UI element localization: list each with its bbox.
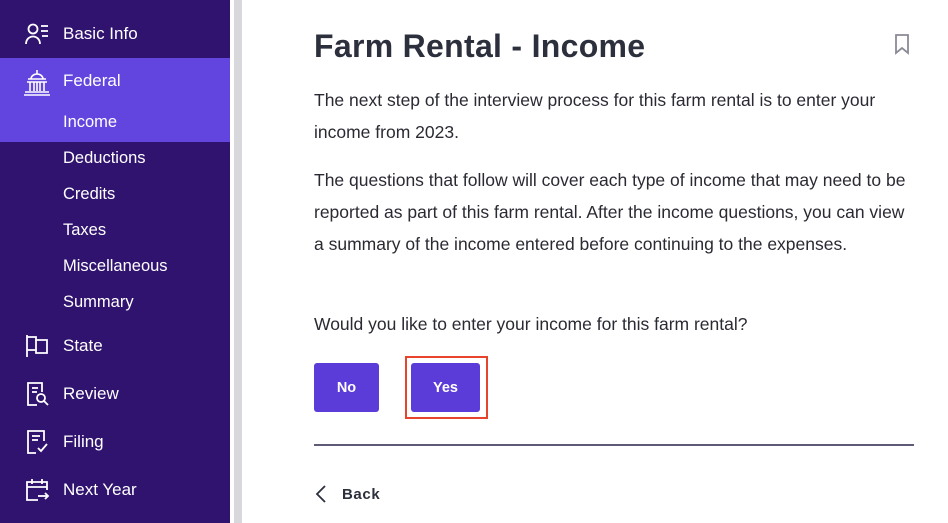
divider (314, 444, 914, 446)
calendar-arrow-icon (23, 476, 51, 504)
user-list-icon (23, 20, 51, 48)
description-paragraph: The questions that follow will cover eac… (314, 170, 906, 254)
sidebar-subitem-label: Miscellaneous (63, 257, 168, 275)
chevron-left-icon (314, 484, 328, 504)
question-text: Would you like to enter your income for … (314, 314, 748, 334)
sidebar-subitem-miscellaneous[interactable]: Miscellaneous (0, 250, 230, 286)
sidebar-item-label: Next Year (63, 480, 137, 499)
main-content: Farm Rental - Income The next step of th… (242, 0, 948, 523)
sidebar-subitem-income[interactable]: Income (0, 106, 230, 142)
sidebar-item-label: Filing (63, 432, 104, 451)
panel-divider[interactable] (234, 0, 242, 523)
sidebar-item-filing[interactable]: Filing (0, 418, 230, 466)
no-button[interactable]: No (314, 363, 379, 412)
bookmark-icon[interactable] (892, 33, 912, 55)
sidebar-subitem-summary[interactable]: Summary (0, 286, 230, 322)
sidebar-subitem-credits[interactable]: Credits (0, 178, 230, 214)
document-check-icon (23, 428, 51, 456)
sidebar-item-label: Federal (63, 71, 121, 90)
sidebar-item-label: State (63, 336, 103, 355)
capitol-building-icon (23, 68, 51, 96)
document-search-icon (23, 380, 51, 408)
sidebar-subitem-label: Income (63, 113, 118, 131)
sidebar-item-basic-info[interactable]: Basic Info (0, 10, 230, 58)
intro-paragraph: The next step of the interview process f… (314, 90, 876, 142)
page-title: Farm Rental - Income (314, 28, 646, 64)
back-link[interactable]: Back (314, 480, 380, 508)
sidebar-subitem-deductions[interactable]: Deductions (0, 142, 230, 178)
sidebar-item-label: Review (63, 384, 119, 403)
sidebar-item-next-year[interactable]: Next Year (0, 466, 230, 514)
sidebar-subitem-taxes[interactable]: Taxes (0, 214, 230, 250)
back-label: Back (342, 485, 381, 503)
sidebar-item-review[interactable]: Review (0, 370, 230, 418)
sidebar-subitem-label: Summary (63, 293, 134, 311)
sidebar-subitem-label: Taxes (63, 221, 107, 239)
yes-button[interactable]: Yes (411, 363, 480, 412)
flag-icon (23, 332, 51, 360)
sidebar-item-label: Basic Info (63, 24, 138, 43)
sidebar-subitem-label: Credits (63, 185, 116, 203)
sidebar-item-state[interactable]: State (0, 322, 230, 370)
sidebar-subitem-label: Deductions (63, 149, 146, 167)
sidebar: Basic Info Federal Income Deductions Cre… (0, 0, 230, 523)
